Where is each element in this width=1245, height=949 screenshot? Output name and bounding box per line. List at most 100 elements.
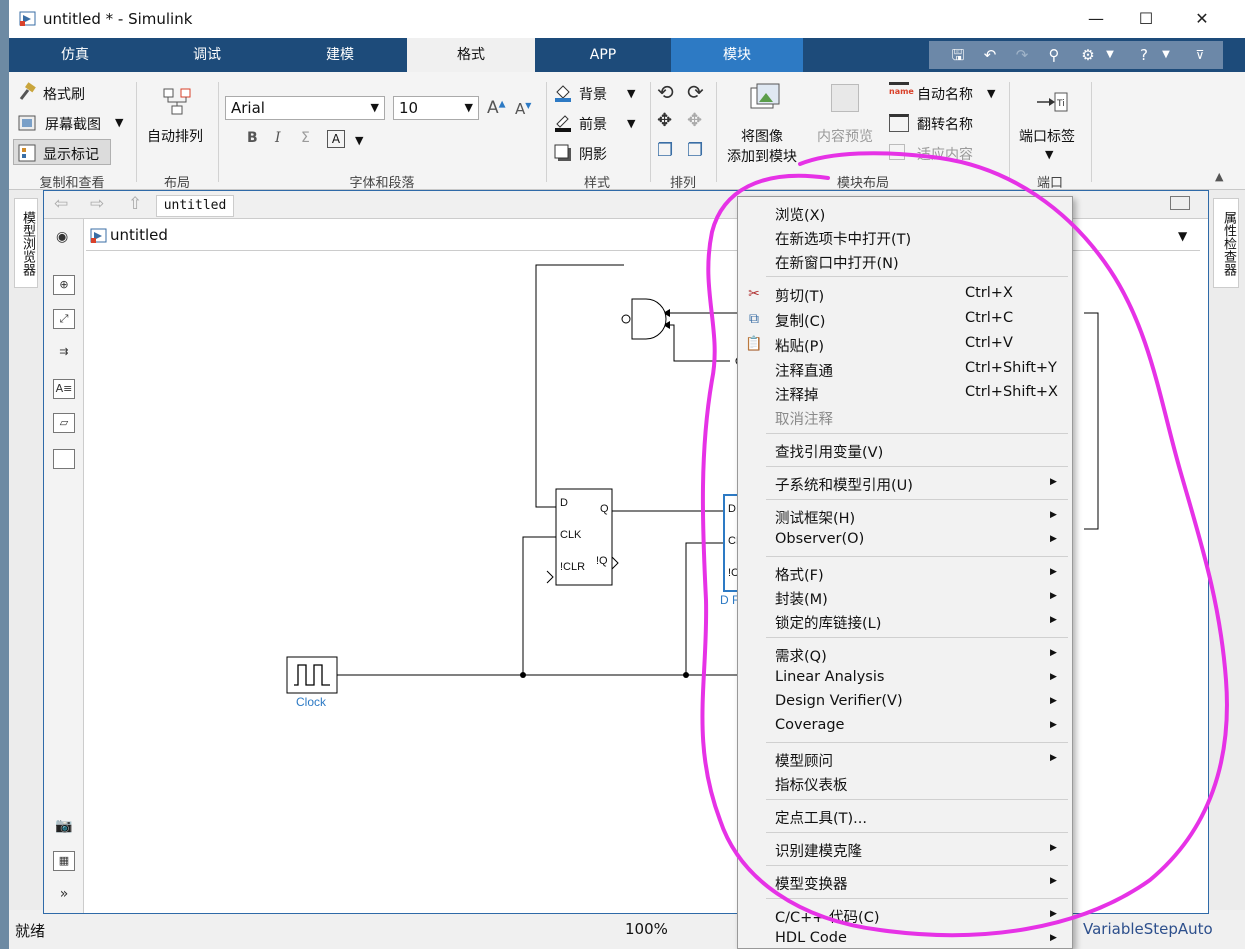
fit-content-button[interactable]: 适应内容 (917, 144, 973, 164)
menu-item-metrics-dashboard[interactable]: 指标仪表板 (775, 774, 848, 795)
chevron-down-icon[interactable]: ▼ (1045, 148, 1053, 161)
add-image-label-1[interactable]: 将图像 (741, 126, 783, 146)
add-image-label-2[interactable]: 添加到模块 (727, 146, 797, 166)
chevron-down-icon[interactable]: ▼ (355, 134, 363, 147)
menu-item-comment-out[interactable]: 注释掉 (775, 384, 819, 405)
format-painter-button[interactable]: 格式刷 (43, 84, 85, 104)
foreground-button[interactable]: 前景 (579, 114, 607, 134)
save-icon[interactable]: 🖫 (949, 46, 967, 64)
camera-icon[interactable]: 📷 (53, 817, 75, 837)
menu-item-locked-library-link[interactable]: 锁定的库链接(L) (775, 612, 881, 633)
tab-block[interactable]: 模块 (671, 38, 803, 72)
menu-item-fixed-point-tool[interactable]: 定点工具(T)... (775, 807, 867, 828)
tab-debug[interactable]: 调试 (141, 38, 273, 72)
font-name-dropdown[interactable]: Arial ▼ (225, 96, 385, 120)
chevron-down-icon[interactable]: ▼ (627, 87, 635, 100)
menu-item-model-advisor[interactable]: 模型顾问 (775, 750, 833, 771)
port-label-button[interactable]: 端口标签 (1019, 126, 1075, 146)
rotate-cw-icon[interactable]: ⟳ (687, 80, 704, 104)
collapse-ribbon-icon[interactable]: ▲ (1215, 170, 1223, 183)
chevron-down-icon[interactable]: ▼ (115, 116, 123, 129)
image-icon[interactable]: ▱ (53, 413, 75, 433)
maximize-button[interactable]: ☐ (1123, 4, 1169, 34)
auto-arrange-button[interactable]: 自动排列 (147, 126, 203, 146)
chevron-down-icon[interactable]: ▼ (1178, 229, 1187, 243)
menu-item-observer[interactable]: Observer(O) (775, 531, 864, 547)
menu-item-design-verifier[interactable]: Design Verifier(V) (775, 693, 903, 709)
property-inspector-tab[interactable]: 属性检查器 (1213, 198, 1239, 288)
menu-item-open-new-window[interactable]: 在新窗口中打开(N) (775, 252, 899, 273)
chevron-down-icon[interactable]: ▼ (627, 117, 635, 130)
search-icon[interactable]: ⚲ (1045, 46, 1063, 64)
menu-item-coverage[interactable]: Coverage (775, 717, 844, 733)
screenshot-button[interactable]: 屏幕截图 (45, 114, 101, 134)
content-preview-button[interactable]: 内容预览 (817, 126, 873, 146)
font-grow-icon[interactable]: A▲ (487, 98, 506, 118)
double-chevron-icon[interactable]: » (53, 885, 75, 905)
close-button[interactable]: ✕ (1179, 4, 1225, 34)
clock-block-name[interactable]: Clock (296, 695, 326, 709)
menu-item-uncomment[interactable]: 取消注释 (775, 408, 833, 429)
background-button[interactable]: 背景 (579, 84, 607, 104)
breadcrumb-item[interactable]: untitled (110, 226, 168, 244)
menu-item-mask[interactable]: 封装(M) (775, 588, 828, 609)
menu-item-requirements[interactable]: 需求(Q) (775, 645, 827, 666)
menu-item-c-cpp-code[interactable]: C/C++ 代码(C) (775, 906, 879, 927)
send-back-icon[interactable]: ❐ (687, 140, 703, 161)
keyboard-icon[interactable] (1170, 196, 1190, 210)
chevron-down-icon[interactable]: ▼ (1101, 46, 1119, 64)
tab-apps[interactable]: APP (535, 38, 671, 72)
explorer-bar-icon[interactable]: ▦ (53, 851, 75, 871)
model-tab[interactable]: untitled (156, 195, 234, 217)
redo-icon[interactable]: ↷ (1013, 46, 1031, 64)
rotate-ccw-icon[interactable]: ⟲ (657, 80, 674, 104)
forward-arrow-icon[interactable]: ⇨ (90, 194, 104, 214)
font-shrink-icon[interactable]: A▼ (515, 100, 531, 118)
menu-item-format[interactable]: 格式(F) (775, 564, 824, 585)
menu-item-browse[interactable]: 浏览(X) (775, 204, 825, 225)
menu-item-linear-analysis[interactable]: Linear Analysis (775, 669, 884, 685)
font-size-dropdown[interactable]: 10 ▼ (393, 96, 479, 120)
signal-arrows-icon[interactable]: ⇉ (53, 343, 75, 363)
up-arrow-icon[interactable]: ⇧ (128, 194, 142, 214)
annotation-icon[interactable]: A≡ (53, 379, 75, 399)
menu-item-model-transformer[interactable]: 模型变换器 (775, 873, 848, 894)
flip-name-button[interactable]: 翻转名称 (917, 114, 973, 134)
menu-item-copy[interactable]: 复制(C) (775, 310, 825, 331)
expand-menu-icon[interactable]: ⊽ (1191, 46, 1209, 64)
shadow-button[interactable]: 阴影 (579, 144, 607, 164)
flip-block-icon[interactable]: ✥ (657, 110, 672, 131)
menu-item-paste[interactable]: 粘贴(P) (775, 335, 824, 356)
model-browser-tab[interactable]: 模型浏览器 (14, 198, 38, 288)
chevron-down-icon[interactable]: ▼ (1157, 46, 1175, 64)
settings-dropdown-icon[interactable]: ⚙ (1079, 46, 1097, 64)
menu-item-test-harness[interactable]: 测试框架(H) (775, 507, 855, 528)
minimize-button[interactable]: — (1073, 4, 1119, 34)
fit-view-icon[interactable]: ⤢ (53, 309, 75, 329)
undo-icon[interactable]: ↶ (981, 46, 999, 64)
sigma-icon[interactable]: Σ (301, 130, 310, 146)
menu-item-open-new-tab[interactable]: 在新选项卡中打开(T) (775, 228, 911, 249)
text-box-icon[interactable]: A (327, 130, 345, 148)
hide-panel-icon[interactable]: ◉ (56, 229, 68, 245)
back-arrow-icon[interactable]: ⇦ (54, 194, 68, 214)
clock-block[interactable] (286, 656, 338, 694)
menu-item-identify-clones[interactable]: 识别建模克隆 (775, 840, 862, 861)
auto-name-button[interactable]: 自动名称 (917, 84, 973, 104)
bring-front-icon[interactable]: ❐ (657, 140, 673, 161)
solver-indicator[interactable]: VariableStepAuto (1083, 920, 1213, 938)
bold-icon[interactable]: B (247, 130, 258, 146)
menu-item-hdl-code[interactable]: HDL Code (775, 930, 847, 946)
menu-item-subsystem-model-reference[interactable]: 子系统和模型引用(U) (775, 474, 913, 495)
tab-format[interactable]: 格式 (407, 38, 535, 72)
tab-simulation[interactable]: 仿真 (9, 38, 141, 72)
menu-item-cut[interactable]: 剪切(T) (775, 285, 824, 306)
help-icon[interactable]: ? (1135, 46, 1153, 64)
tab-modeling[interactable]: 建模 (273, 38, 407, 72)
zoom-in-icon[interactable]: ⊕ (53, 275, 75, 295)
menu-item-find-referenced-variables[interactable]: 查找引用变量(V) (775, 441, 883, 462)
chevron-down-icon[interactable]: ▼ (987, 87, 995, 100)
area-icon[interactable] (53, 449, 75, 469)
italic-icon[interactable]: I (275, 130, 281, 146)
menu-item-comment-through[interactable]: 注释直通 (775, 360, 833, 381)
